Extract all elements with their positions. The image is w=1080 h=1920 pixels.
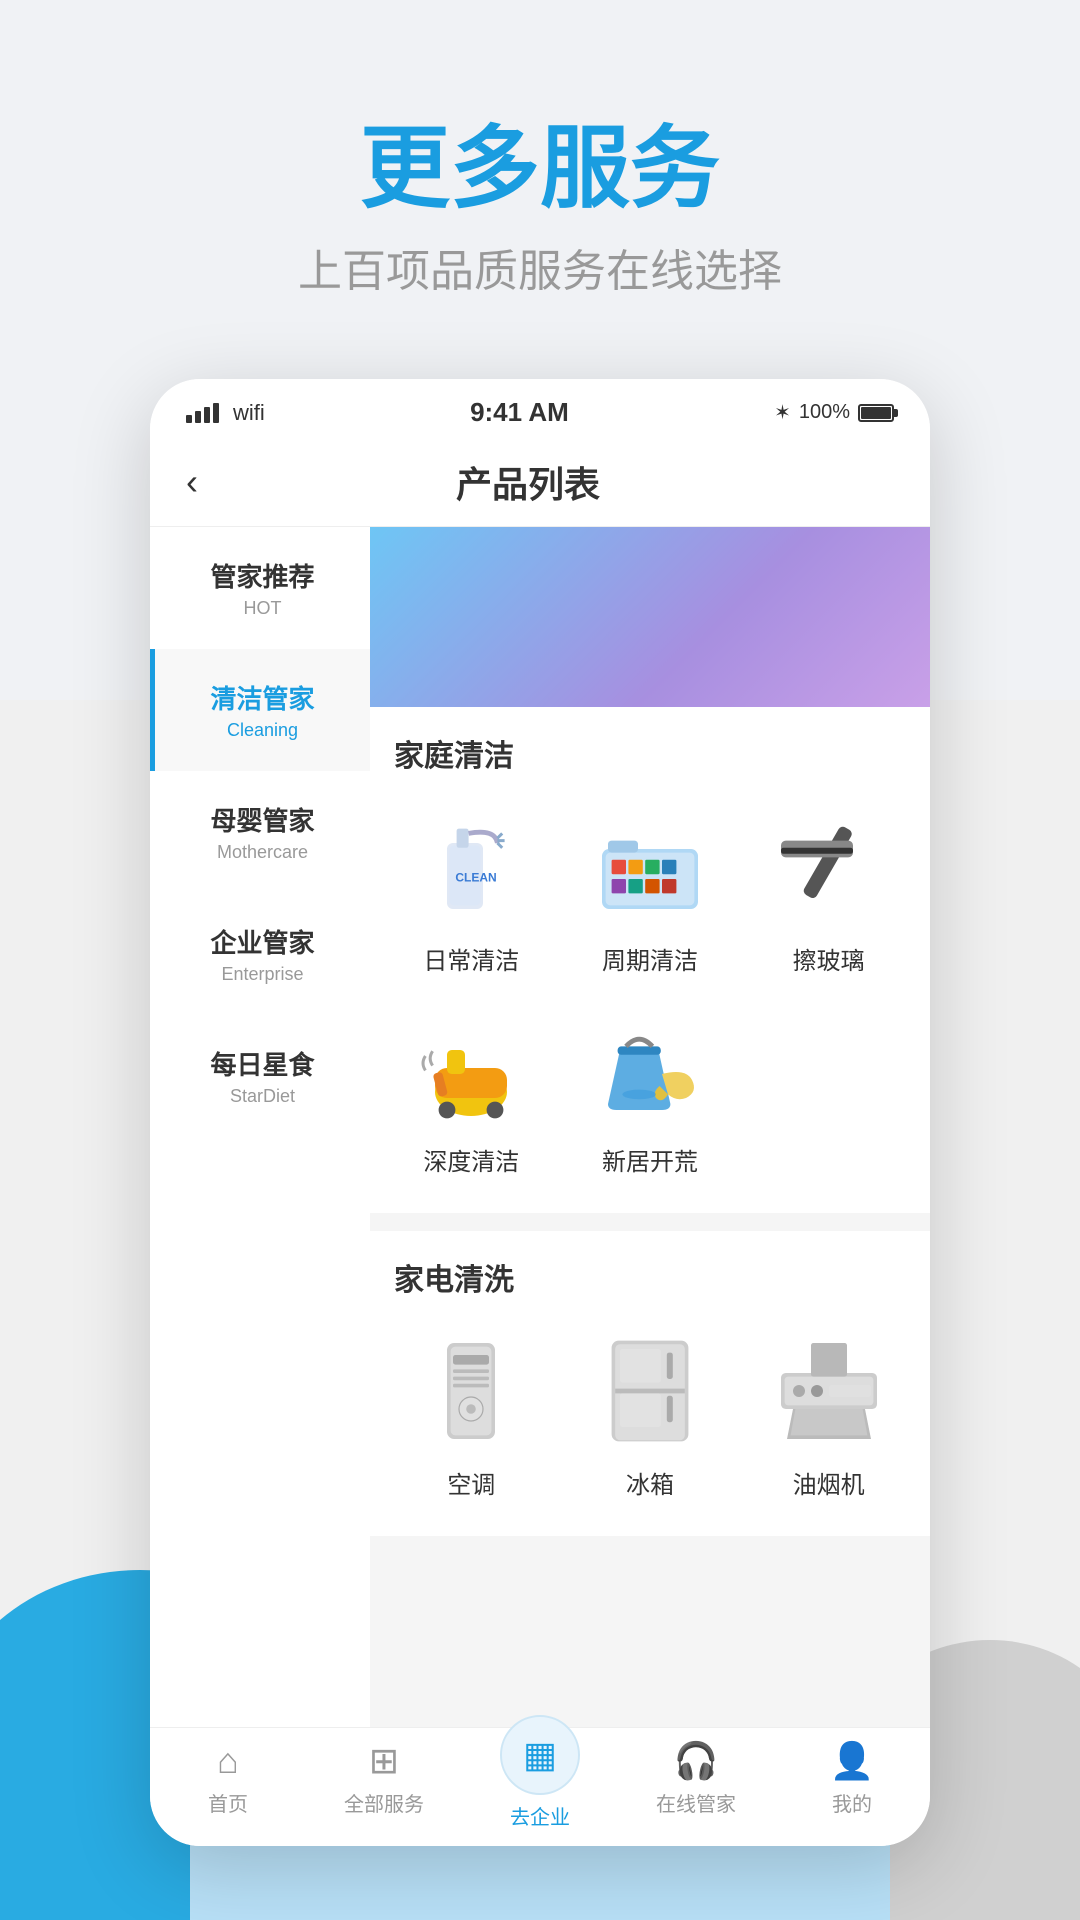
squeegee-icon [769, 807, 889, 927]
status-right: ✶ 100% [774, 400, 894, 425]
product-daily-clean[interactable]: CLEAN 日常清洁 [382, 791, 561, 992]
signal-bar-4 [213, 403, 219, 423]
spray-bottle-icon: CLEAN [411, 807, 531, 927]
sidebar-label-en-cleaning: Cleaning [171, 720, 354, 741]
product-grid-home: CLEAN 日常清洁 [370, 791, 930, 1213]
product-new-home[interactable]: 新居开荒 [561, 992, 740, 1193]
sidebar-label-cn-mothercare: 母婴管家 [171, 801, 354, 838]
svg-text:CLEAN: CLEAN [456, 870, 497, 884]
product-label-fridge: 冰箱 [626, 1465, 674, 1500]
cleaning-kit-icon [590, 807, 710, 927]
battery-icon [858, 404, 894, 422]
status-time: 9:41 AM [470, 397, 569, 428]
sidebar-item-mothercare[interactable]: 母婴管家 Mothercare [150, 771, 370, 893]
air-conditioner-icon [411, 1331, 531, 1451]
tab-mine[interactable]: 👤 我的 [774, 1740, 930, 1830]
signal-bar-1 [186, 415, 192, 423]
sidebar-label-en-enterprise: Enterprise [171, 964, 354, 985]
product-window-clean[interactable]: 擦玻璃 [739, 791, 918, 992]
main-title: 更多服务 [298, 120, 782, 219]
tab-label-enterprise: 去企业 [510, 1801, 570, 1830]
status-bar: wifi 9:41 AM ✶ 100% [150, 379, 930, 438]
section-home-cleaning: 家庭清洁 CLEAN [370, 707, 930, 1213]
product-label-periodic-clean: 周期清洁 [602, 941, 698, 976]
main-content: 管家推荐 HOT 清洁管家 Cleaning 母婴管家 Mothercare 企… [150, 527, 930, 1727]
product-hood[interactable]: 油烟机 [739, 1315, 918, 1516]
bluetooth-icon: ✶ [774, 400, 791, 425]
wifi-icon: wifi [233, 400, 265, 426]
product-label-daily-clean: 日常清洁 [423, 941, 519, 976]
phone-mockup: wifi 9:41 AM ✶ 100% ‹ 产品列表 管家推荐 HOT 清洁管家… [150, 379, 930, 1846]
tab-label-home: 首页 [208, 1788, 248, 1817]
sidebar-item-enterprise[interactable]: 企业管家 Enterprise [150, 893, 370, 1015]
product-periodic-clean[interactable]: 周期清洁 [561, 791, 740, 992]
tab-home[interactable]: ⌂ 首页 [150, 1740, 306, 1830]
tab-label-manager: 在线管家 [656, 1788, 736, 1817]
product-grid-appliance: 空调 [370, 1315, 930, 1536]
back-button[interactable]: ‹ [186, 461, 198, 503]
battery-text: 100% [799, 401, 850, 424]
sidebar: 管家推荐 HOT 清洁管家 Cleaning 母婴管家 Mothercare 企… [150, 527, 370, 1727]
range-hood-icon [769, 1331, 889, 1451]
tab-label-mine: 我的 [832, 1788, 872, 1817]
content-panel: 家庭清洁 CLEAN [370, 527, 930, 1727]
sidebar-label-cn-enterprise: 企业管家 [171, 923, 354, 960]
product-label-ac: 空调 [447, 1465, 495, 1500]
bucket-gloves-icon [590, 1008, 710, 1128]
section-appliance-cleaning: 家电清洗 [370, 1231, 930, 1536]
manager-icon: 🎧 [674, 1740, 719, 1782]
mine-icon: 👤 [830, 1740, 875, 1782]
page-header: 更多服务 上百项品质服务在线选择 [298, 0, 782, 299]
signal-bar-3 [204, 407, 210, 423]
sidebar-label-cn-stardiet: 每日星食 [171, 1045, 354, 1082]
product-deep-clean[interactable]: 深度清洁 [382, 992, 561, 1193]
product-label-hood: 油烟机 [793, 1465, 865, 1500]
enterprise-icon: ▦ [523, 1734, 557, 1776]
home-icon: ⌂ [217, 1740, 239, 1782]
section-title-home-cleaning: 家庭清洁 [370, 707, 930, 791]
sidebar-item-hot[interactable]: 管家推荐 HOT [150, 527, 370, 649]
tab-enterprise[interactable]: ▦ 去企业 [462, 1740, 618, 1830]
signal-bar-2 [195, 411, 201, 423]
product-fridge[interactable]: 冰箱 [561, 1315, 740, 1516]
tab-enterprise-circle: ▦ [500, 1715, 580, 1795]
signal-bars [186, 403, 219, 423]
tab-manager[interactable]: 🎧 在线管家 [618, 1740, 774, 1830]
sub-title: 上百项品质服务在线选择 [298, 235, 782, 299]
sidebar-label-cn-cleaning: 清洁管家 [171, 679, 354, 716]
battery-fill [861, 407, 891, 419]
status-left: wifi [186, 400, 265, 426]
sidebar-label-en-stardiet: StarDiet [171, 1086, 354, 1107]
sidebar-item-stardiet[interactable]: 每日星食 StarDiet [150, 1015, 370, 1137]
product-label-deep-clean: 深度清洁 [423, 1142, 519, 1177]
banner [370, 527, 930, 707]
sidebar-item-cleaning[interactable]: 清洁管家 Cleaning [150, 649, 370, 771]
tab-label-all-services: 全部服务 [344, 1788, 424, 1817]
sidebar-label-en-hot: HOT [171, 598, 354, 619]
product-ac[interactable]: 空调 [382, 1315, 561, 1516]
steam-cleaner-icon [411, 1008, 531, 1128]
tab-bar: ⌂ 首页 ⊞ 全部服务 ▦ 去企业 🎧 在线管家 👤 我的 [150, 1727, 930, 1846]
sidebar-label-en-mothercare: Mothercare [171, 842, 354, 863]
nav-title: 产品列表 [198, 456, 858, 508]
tab-all-services[interactable]: ⊞ 全部服务 [306, 1740, 462, 1830]
sidebar-label-cn-hot: 管家推荐 [171, 557, 354, 594]
refrigerator-icon [590, 1331, 710, 1451]
all-services-icon: ⊞ [369, 1740, 399, 1782]
product-label-window-clean: 擦玻璃 [793, 941, 865, 976]
section-title-appliance: 家电清洗 [370, 1231, 930, 1315]
product-label-new-home: 新居开荒 [602, 1142, 698, 1177]
nav-bar: ‹ 产品列表 [150, 438, 930, 527]
